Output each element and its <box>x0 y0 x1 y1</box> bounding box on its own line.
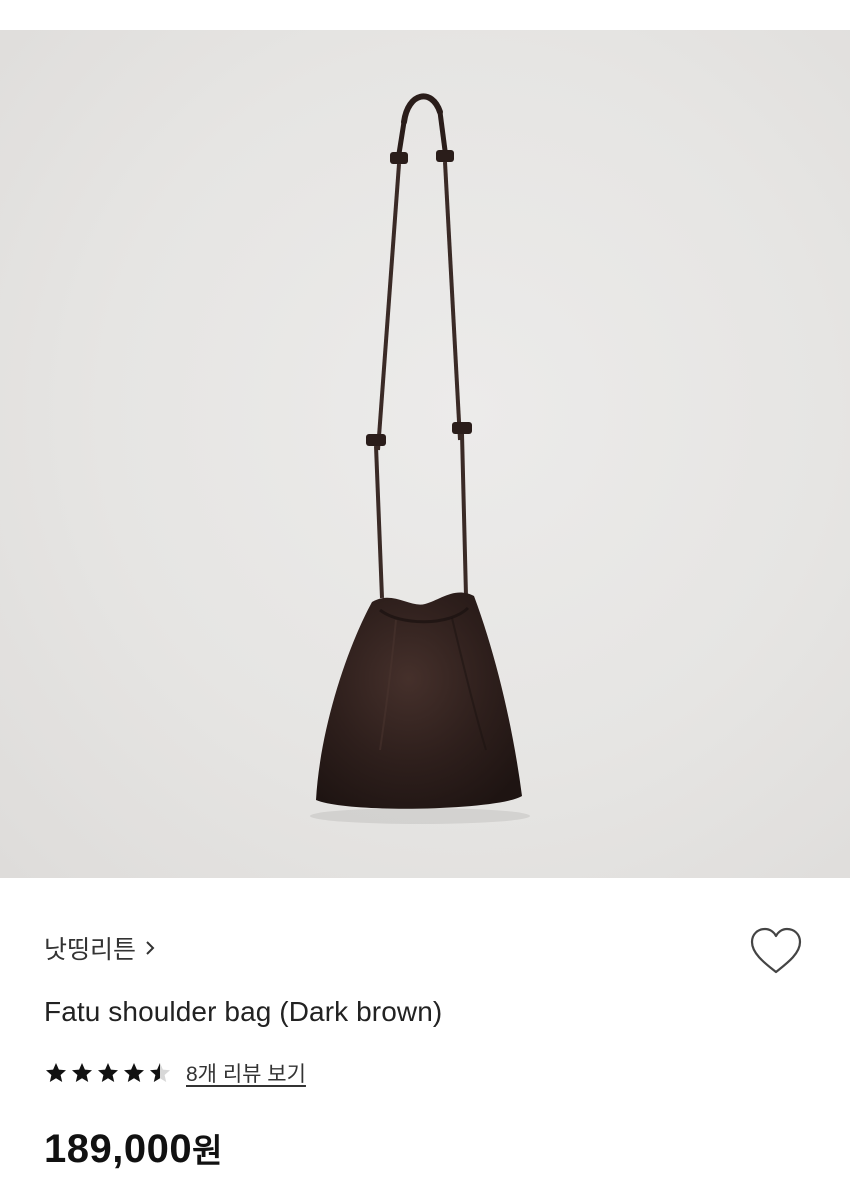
rating-stars <box>44 1061 172 1085</box>
half-star-icon <box>150 1063 170 1082</box>
product-image[interactable] <box>0 30 850 878</box>
price: 189,000 원 <box>44 1124 222 1172</box>
bag-illustration <box>310 93 530 824</box>
rating-row: 8개 리뷰 보기 <box>44 1058 306 1088</box>
chevron-right-icon <box>146 941 155 955</box>
status-bar-area <box>0 0 850 30</box>
heart-outline-icon <box>750 927 802 974</box>
star-icon <box>98 1063 118 1082</box>
brand-link[interactable]: 낫띵리튼 <box>44 930 156 966</box>
product-title: Fatu shoulder bag (Dark brown) <box>44 996 443 1027</box>
star-icon <box>72 1063 92 1082</box>
wishlist-button[interactable] <box>748 926 804 978</box>
price-value: 189,000 <box>44 1127 193 1171</box>
review-link[interactable]: 8개 리뷰 보기 <box>186 1058 306 1088</box>
product-info: 낫띵리튼 Fatu shoulder bag (Dark brown) 8개 리… <box>0 878 850 1200</box>
star-icon <box>46 1063 66 1082</box>
brand-name[interactable]: 낫띵리튼 <box>44 930 136 966</box>
star-icon <box>124 1063 144 1082</box>
price-currency: 원 <box>192 1132 223 1169</box>
